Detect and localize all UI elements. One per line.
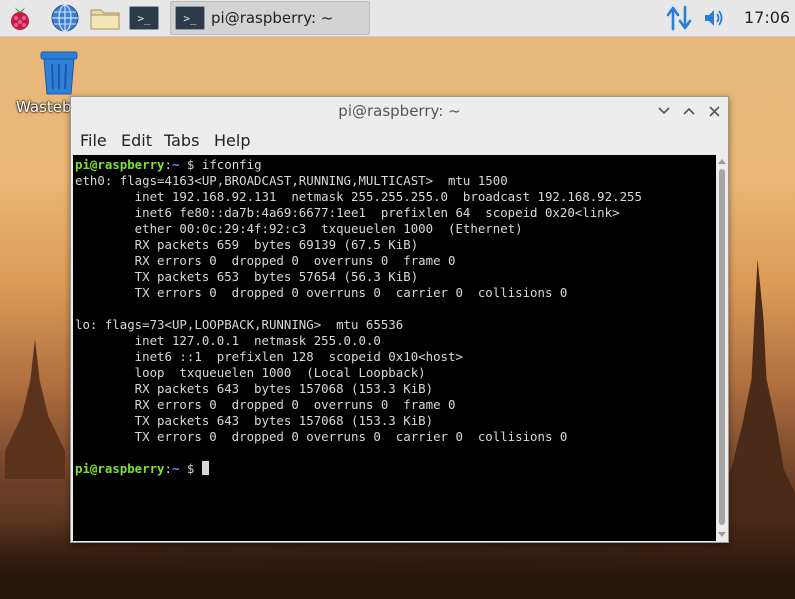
trash-icon[interactable]: [36, 48, 82, 96]
output-line: RX errors 0 dropped 0 overruns 0 frame 0: [75, 397, 456, 412]
menu-file[interactable]: File: [80, 131, 107, 150]
menu-tabs[interactable]: Tabs: [164, 131, 199, 150]
menu-help[interactable]: Help: [214, 131, 250, 150]
raspberry-icon: [11, 7, 29, 30]
output-line: loop txqueuelen 1000 (Local Loopback): [75, 365, 426, 380]
background-pagoda-left: [5, 339, 65, 479]
terminal-icon-glyph: >_: [137, 11, 151, 25]
raspberry-menu-button[interactable]: [4, 2, 36, 34]
menu-edit[interactable]: Edit: [121, 131, 152, 150]
output-line: TX errors 0 dropped 0 overruns 0 carrier…: [75, 429, 568, 444]
menu-bar: File Edit Tabs Help: [71, 125, 728, 155]
output-line: RX packets 659 bytes 69139 (67.5 KiB): [75, 237, 419, 252]
output-line: RX errors 0 dropped 0 overruns 0 frame 0: [75, 253, 456, 268]
minimize-button[interactable]: [655, 102, 673, 120]
globe-icon: [51, 4, 79, 32]
file-manager-button[interactable]: [88, 2, 122, 34]
command-line: pi@raspberry:~ $ ifconfig: [75, 157, 716, 173]
network-updown-icon[interactable]: [666, 4, 692, 32]
web-browser-button[interactable]: [48, 2, 82, 34]
close-icon: [708, 105, 720, 117]
trash-label[interactable]: Wasteb: [16, 98, 72, 116]
output-line: inet 192.168.92.131 netmask 255.255.255.…: [75, 189, 642, 204]
text-cursor: [201, 461, 209, 475]
output-line: RX packets 643 bytes 157068 (153.3 KiB): [75, 381, 434, 396]
terminal-icon: >_: [129, 6, 159, 30]
maximize-button[interactable]: [680, 102, 698, 120]
prompt-user: pi@raspberry: [75, 461, 165, 476]
prompt-separator: :: [164, 157, 172, 172]
terminal-window: pi@raspberry: ~ File Edit Tabs Help pi@r…: [70, 96, 729, 543]
command-output: eth0: flags=4163<UP,BROADCAST,RUNNING,MU…: [75, 173, 716, 461]
clock[interactable]: 17:06: [744, 8, 790, 27]
output-line: TX packets 643 bytes 157068 (153.3 KiB): [75, 413, 434, 428]
output-line: inet6 ::1 prefixlen 128 scopeid 0x10<hos…: [75, 349, 463, 364]
task-icon-glyph: >_: [183, 11, 197, 25]
prompt-symbol: $: [179, 157, 202, 172]
current-prompt-line: pi@raspberry:~ $: [75, 461, 716, 477]
output-line: TX errors 0 dropped 0 overruns 0 carrier…: [75, 285, 568, 300]
folder-icon: [90, 9, 120, 30]
vertical-scrollbar[interactable]: [716, 155, 728, 541]
command-text: ifconfig: [201, 157, 262, 172]
close-button[interactable]: [705, 102, 723, 120]
task-label: pi@raspberry: ~: [211, 9, 334, 27]
scroll-down-icon[interactable]: [718, 532, 726, 537]
output-line: lo: flags=73<UP,LOOPBACK,RUNNING> mtu 65…: [75, 317, 404, 332]
top-panel: >_ >_ pi@raspberry: ~ 17:06: [0, 0, 795, 37]
chevron-up-icon: [683, 107, 695, 115]
window-titlebar[interactable]: pi@raspberry: ~: [71, 97, 728, 125]
scroll-up-icon[interactable]: [718, 159, 726, 164]
prompt-user: pi@raspberry: [75, 157, 165, 172]
output-line: TX packets 653 bytes 57654 (56.3 KiB): [75, 269, 419, 284]
output-line: inet 127.0.0.1 netmask 255.0.0.0: [75, 333, 381, 348]
prompt-separator: :: [164, 461, 172, 476]
background-pagoda-right: [720, 259, 795, 559]
terminal-icon: >_: [175, 6, 205, 30]
output-line: inet6 fe80::da7b:4a69:6677:1ee1 prefixle…: [75, 205, 620, 220]
terminal-output[interactable]: pi@raspberry:~ $ ifconfig eth0: flags=41…: [73, 155, 716, 541]
output-line: eth0: flags=4163<UP,BROADCAST,RUNNING,MU…: [75, 173, 508, 188]
prompt-symbol: $: [179, 461, 202, 476]
scrollbar-thumb[interactable]: [719, 169, 725, 525]
speaker-icon[interactable]: [703, 7, 725, 29]
terminal-launcher-button[interactable]: >_: [126, 2, 162, 34]
output-line: ether 00:0c:29:4f:92:c3 txqueuelen 1000 …: [75, 221, 523, 236]
window-title: pi@raspberry: ~: [338, 102, 461, 120]
chevron-down-icon: [658, 107, 670, 115]
taskbar-window-button[interactable]: >_ pi@raspberry: ~: [170, 1, 370, 35]
